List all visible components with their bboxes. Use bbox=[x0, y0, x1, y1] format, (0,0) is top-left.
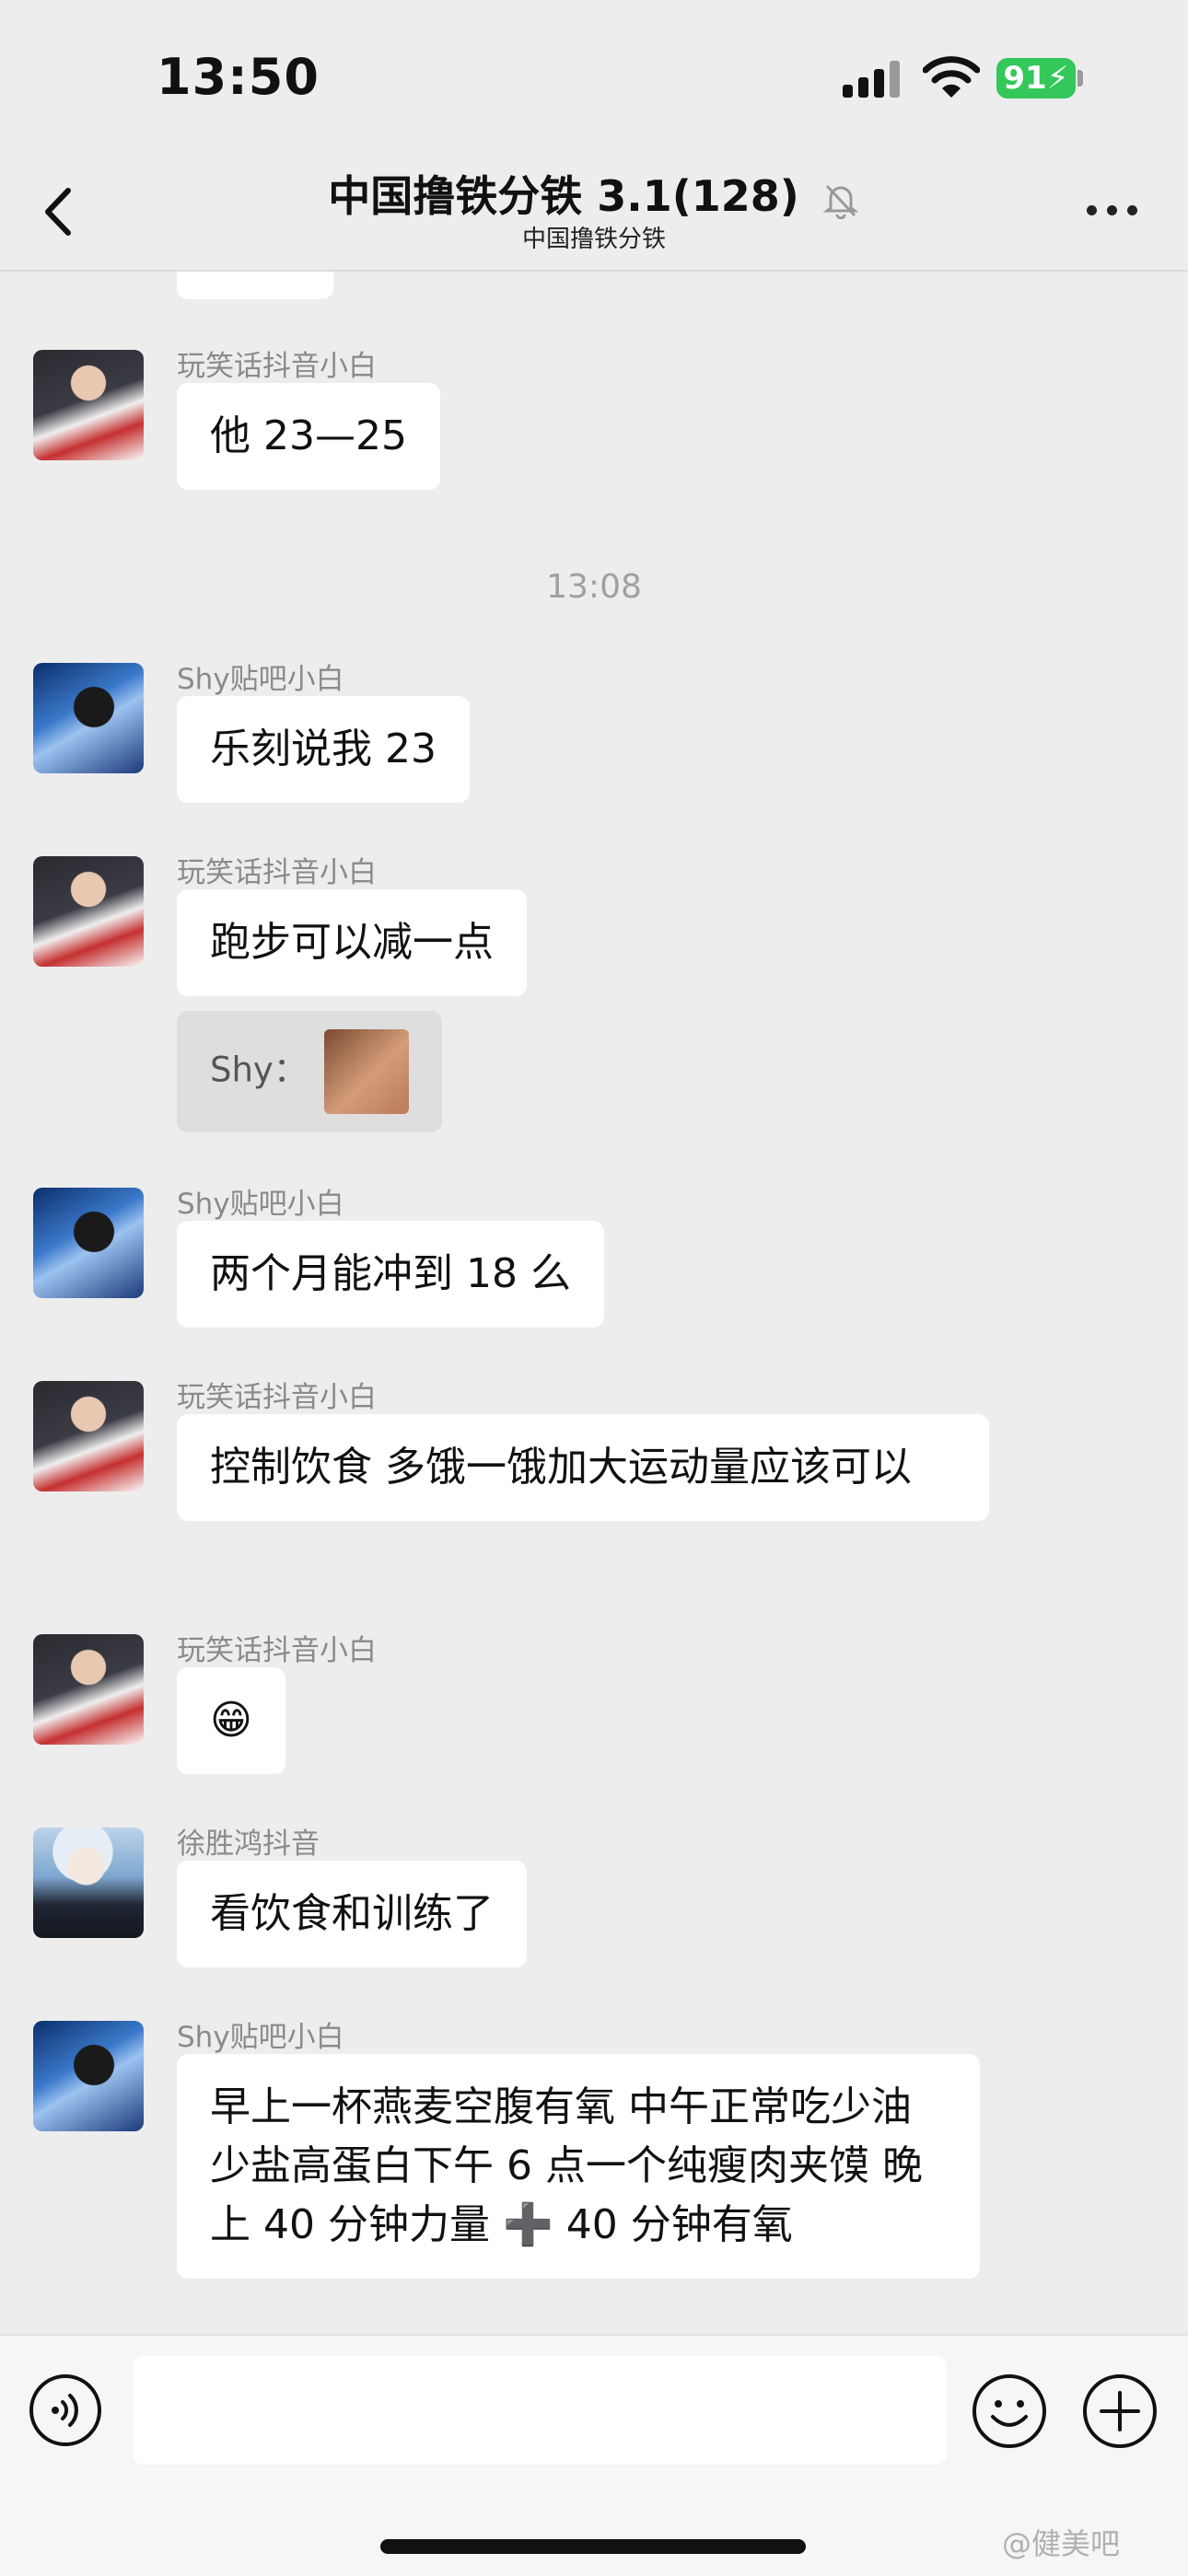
avatar[interactable] bbox=[33, 663, 144, 773]
chat-header: 中国撸铁分铁 3.1(128) 中国撸铁分铁 bbox=[0, 152, 1188, 272]
message-list[interactable]: 玩笑话抖音小白 他 23—25 13:08 Shy贴吧小白 乐刻说我 23 玩笑… bbox=[0, 272, 1188, 2334]
battery-tip bbox=[1077, 70, 1083, 87]
message-bubble[interactable]: 跑步可以减一点 bbox=[177, 889, 527, 996]
message-bubble[interactable]: 两个月能冲到 18 么 bbox=[177, 1221, 604, 1328]
avatar[interactable] bbox=[33, 1828, 144, 1938]
sender-name: Shy贴吧小白 bbox=[177, 2021, 344, 2054]
partial-message-bubble bbox=[177, 272, 333, 299]
mute-bell-icon bbox=[822, 184, 859, 219]
sender-name: 徐胜鸿抖音 bbox=[177, 1828, 320, 1861]
sender-name: 玩笑话抖音小白 bbox=[177, 856, 377, 889]
avatar[interactable] bbox=[33, 856, 144, 967]
sender-name: Shy贴吧小白 bbox=[177, 1188, 344, 1221]
more-options-icon[interactable] bbox=[1087, 200, 1138, 222]
sender-name: 玩笑话抖音小白 bbox=[177, 1634, 377, 1667]
emoji-icon[interactable] bbox=[971, 2373, 1048, 2450]
time-divider: 13:08 bbox=[546, 568, 642, 606]
cellular-signal-icon bbox=[843, 61, 900, 98]
home-indicator[interactable] bbox=[380, 2539, 806, 2554]
watermark: @健美吧 bbox=[1002, 2526, 1121, 2561]
message-bubble[interactable]: 他 23—25 bbox=[177, 383, 440, 490]
battery-level: 91 bbox=[1003, 60, 1047, 97]
plus-icon[interactable] bbox=[1081, 2373, 1159, 2450]
status-time: 13:50 bbox=[157, 48, 320, 106]
quoted-message[interactable]: Shy： bbox=[177, 1011, 442, 1132]
message-bubble[interactable]: 乐刻说我 23 bbox=[177, 696, 470, 803]
chat-title: 中国撸铁分铁 3.1(128) bbox=[328, 171, 799, 221]
avatar[interactable] bbox=[33, 1634, 144, 1745]
voice-input-icon[interactable] bbox=[28, 2373, 103, 2448]
avatar[interactable] bbox=[33, 350, 144, 460]
chat-title-row[interactable]: 中国撸铁分铁 3.1(128) bbox=[0, 163, 1188, 224]
status-bar: 13:50 91⚡ bbox=[0, 0, 1188, 152]
chat-subtitle: 中国撸铁分铁 bbox=[521, 226, 666, 253]
message-input[interactable] bbox=[133, 2356, 947, 2465]
sender-name: 玩笑话抖音小白 bbox=[177, 1381, 377, 1414]
quote-image-thumbnail[interactable] bbox=[323, 1029, 409, 1114]
quote-label: Shy： bbox=[210, 1050, 308, 1090]
battery-icon: 91⚡ bbox=[996, 58, 1076, 99]
avatar[interactable] bbox=[33, 2021, 144, 2131]
message-bubble[interactable]: 早上一杯燕麦空腹有氧 中午正常吃少油少盐高蛋白下午 6 点一个纯瘦肉夹馍 晚上 … bbox=[177, 2054, 980, 2279]
wifi-icon bbox=[923, 56, 980, 98]
avatar[interactable] bbox=[33, 1188, 144, 1298]
sender-name: 玩笑话抖音小白 bbox=[177, 350, 377, 383]
message-bubble[interactable]: 看饮食和训练了 bbox=[177, 1861, 527, 1967]
message-bubble[interactable]: 控制饮食 多饿一饿加大运动量应该可以 bbox=[177, 1414, 989, 1521]
sender-name: Shy贴吧小白 bbox=[177, 663, 344, 696]
avatar[interactable] bbox=[33, 1381, 144, 1491]
message-bubble[interactable]: 😁 bbox=[177, 1667, 285, 1774]
